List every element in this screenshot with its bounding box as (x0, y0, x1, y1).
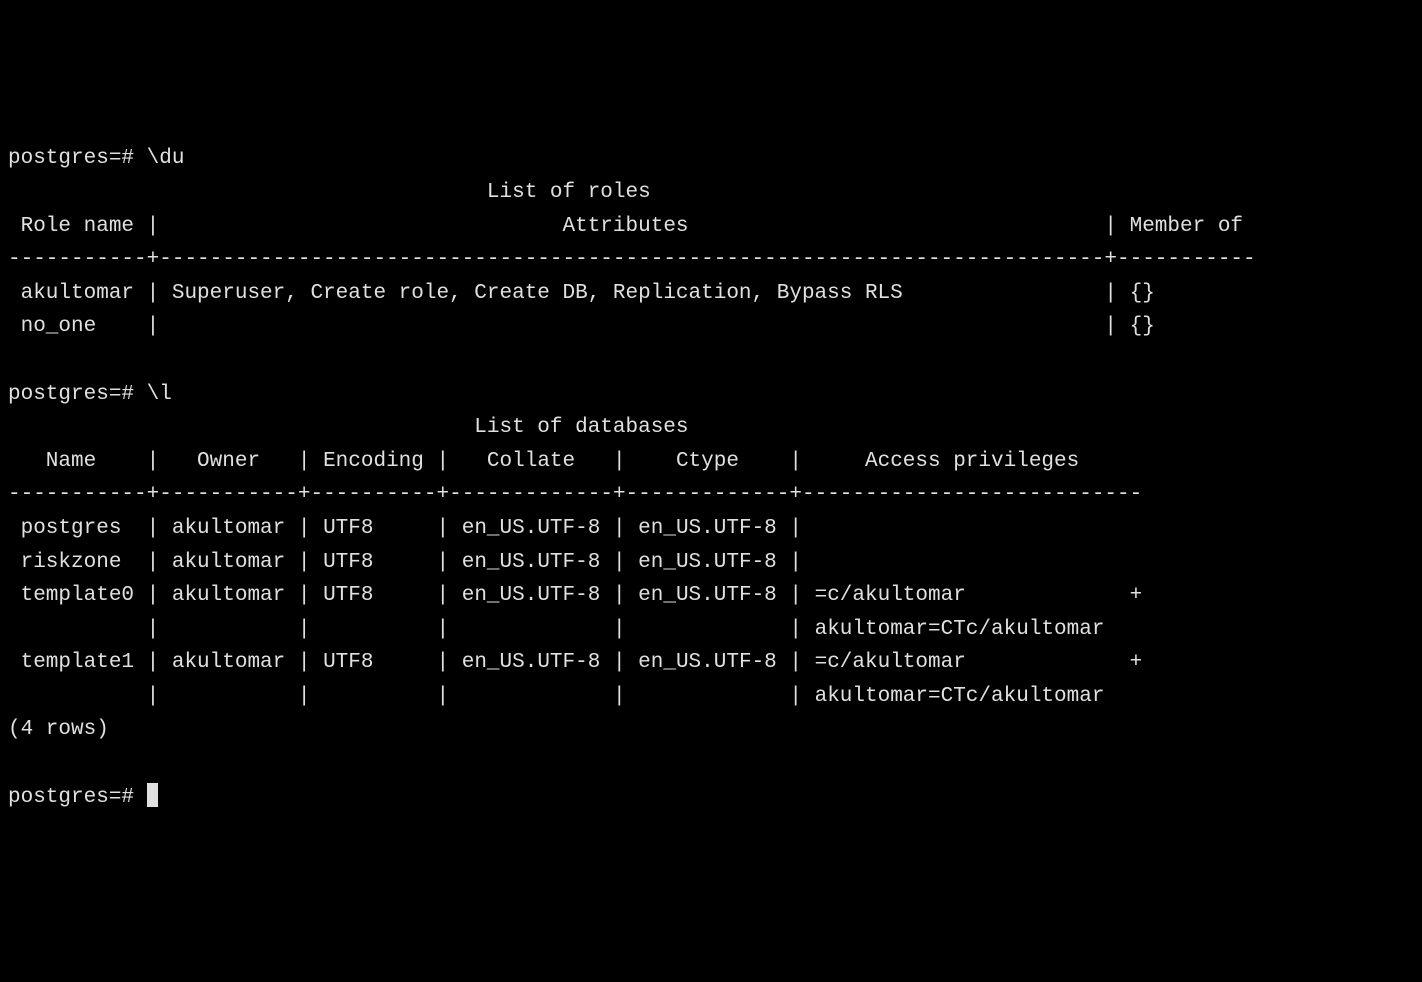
table-row: riskzone | akultomar | UTF8 | en_US.UTF-… (8, 551, 815, 574)
table-row: | | | | | akultomar=CTc/akultomar (8, 618, 1104, 641)
db-encoding-cell: UTF8 (310, 584, 436, 607)
db-owner-cell (159, 618, 298, 641)
prompt: postgres=# (8, 147, 147, 170)
db-ctype-cell: en_US.UTF-8 (626, 584, 790, 607)
db-ctype-cell (626, 685, 790, 708)
databases-title-line: List of databases (8, 416, 689, 439)
databases-separator: -----------+-----------+----------+-----… (8, 483, 1142, 506)
db-access-cell: akultomar=CTc/akultomar (802, 618, 1104, 641)
db-collate-cell: en_US.UTF-8 (449, 517, 613, 540)
table-row: template1 | akultomar | UTF8 | en_US.UTF… (8, 651, 1142, 674)
table-row: template0 | akultomar | UTF8 | en_US.UTF… (8, 584, 1142, 607)
db-ctype-cell: en_US.UTF-8 (626, 517, 790, 540)
col-attributes: Attributes (159, 215, 1104, 238)
col-member-of: Member of (1117, 215, 1256, 238)
db-collate-cell (449, 618, 613, 641)
col-ctype: Ctype (626, 450, 790, 473)
db-owner-cell: akultomar (159, 584, 298, 607)
col-encoding: Encoding (310, 450, 436, 473)
table-row: | | | | | akultomar=CTc/akultomar (8, 685, 1104, 708)
db-access-cell: =c/akultomar + (802, 651, 1142, 674)
role-attr-cell (159, 315, 915, 338)
db-collate-cell: en_US.UTF-8 (449, 651, 613, 674)
roles-separator: -----------+----------------------------… (8, 248, 1256, 271)
role-member-cell: {} (1117, 282, 1155, 305)
db-access-cell (802, 517, 815, 540)
role-row: no_one | | {} (8, 315, 1155, 338)
db-owner-cell: akultomar (159, 517, 298, 540)
command-du: \du (147, 147, 185, 170)
db-collate-cell: en_US.UTF-8 (449, 584, 613, 607)
db-name-cell (8, 618, 147, 641)
db-collate-cell: en_US.UTF-8 (449, 551, 613, 574)
col-role-name: Role name (8, 215, 147, 238)
databases-title: List of databases (474, 416, 688, 439)
col-collate: Collate (449, 450, 613, 473)
db-owner-cell: akultomar (159, 651, 298, 674)
db-ctype-cell (626, 618, 790, 641)
db-access-cell: =c/akultomar + (802, 584, 1142, 607)
db-ctype-cell: en_US.UTF-8 (626, 651, 790, 674)
db-name-cell (8, 685, 147, 708)
db-encoding-cell: UTF8 (310, 551, 436, 574)
roles-title-line: List of roles (8, 181, 651, 204)
role-name-cell: no_one (8, 315, 147, 338)
db-name-cell: template0 (8, 584, 147, 607)
col-owner: Owner (159, 450, 298, 473)
db-collate-cell (449, 685, 613, 708)
db-owner-cell: akultomar (159, 551, 298, 574)
table-row: postgres | akultomar | UTF8 | en_US.UTF-… (8, 517, 815, 540)
db-name-cell: riskzone (8, 551, 147, 574)
role-name-cell: akultomar (8, 282, 147, 305)
db-encoding-cell (310, 618, 436, 641)
db-name-cell: template1 (8, 651, 147, 674)
db-encoding-cell: UTF8 (310, 651, 436, 674)
terminal-output: postgres=# \du List of roles Role name |… (8, 142, 1414, 814)
databases-header: Name | Owner | Encoding | Collate | Ctyp… (8, 450, 1142, 473)
db-encoding-cell (310, 685, 436, 708)
prompt: postgres=# (8, 383, 147, 406)
db-access-cell: akultomar=CTc/akultomar (802, 685, 1104, 708)
db-name-cell: postgres (8, 517, 147, 540)
cursor-icon[interactable] (147, 783, 158, 807)
command-l: \l (147, 383, 172, 406)
col-access: Access privileges (802, 450, 1142, 473)
db-encoding-cell: UTF8 (310, 517, 436, 540)
col-name: Name (8, 450, 147, 473)
db-owner-cell (159, 685, 298, 708)
db-ctype-cell: en_US.UTF-8 (626, 551, 790, 574)
role-attr-cell: Superuser, Create role, Create DB, Repli… (159, 282, 915, 305)
row-count: (4 rows) (8, 718, 109, 741)
role-row: akultomar | Superuser, Create role, Crea… (8, 282, 1155, 305)
role-member-cell: {} (1117, 315, 1155, 338)
db-access-cell (802, 551, 815, 574)
roles-header: Role name | Attributes | Member of (8, 215, 1256, 238)
roles-title: List of roles (487, 181, 651, 204)
prompt: postgres=# (8, 786, 147, 809)
